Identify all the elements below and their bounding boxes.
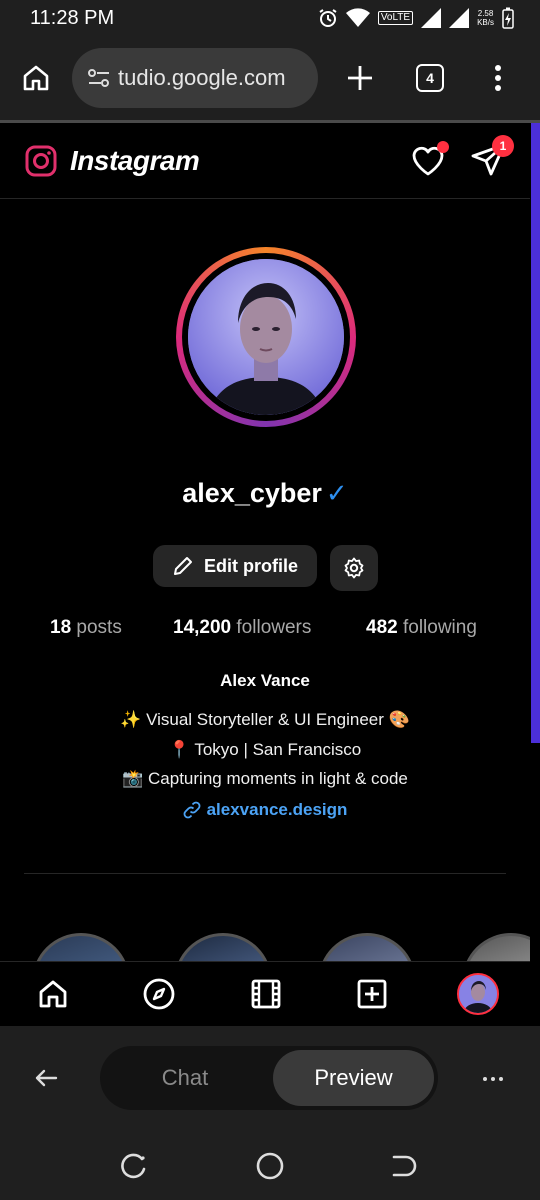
portrait-image <box>188 259 344 415</box>
more-vertical-icon <box>495 65 501 91</box>
browser-home-button[interactable] <box>18 60 54 96</box>
more-horizontal-icon[interactable] <box>480 1066 506 1092</box>
back-arrow-icon[interactable] <box>32 1064 60 1092</box>
direct-messages-button[interactable]: 1 <box>470 135 514 179</box>
username-row: alex_cyber ✓ <box>0 478 530 509</box>
profile-stats: 18 posts 14,200 followers 482 following <box>0 617 530 641</box>
pencil-icon <box>174 557 192 575</box>
highlight-item[interactable] <box>32 933 130 963</box>
followers-count: 14,200 <box>173 617 232 638</box>
profile-username: alex_cyber <box>182 478 322 508</box>
posts-stat[interactable]: 18 posts <box>50 617 122 639</box>
volte-badge: VoLTE <box>377 11 414 25</box>
signal-icon-2 <box>449 8 470 28</box>
notification-dot <box>437 141 449 153</box>
home-circle-icon[interactable] <box>254 1150 286 1182</box>
bio-line-1: ✨ Visual Storyteller & UI Engineer 🎨 <box>120 710 410 729</box>
plus-square-icon <box>357 979 387 1009</box>
story-highlights <box>0 933 530 963</box>
status-icons: VoLTE 2.58 KB/s <box>318 7 514 29</box>
web-page: Instagram 1 alex_cyber ✓ Edit profile 18… <box>0 123 530 1026</box>
bio-link-text: alexvance.design <box>206 799 348 819</box>
link-icon <box>183 801 201 818</box>
instagram-wordmark[interactable]: Instagram <box>70 145 200 177</box>
studio-bottom-bar: Chat Preview <box>0 1026 540 1130</box>
profile-avatar-ring[interactable] <box>176 247 356 427</box>
profile-avatar <box>188 259 344 415</box>
new-tab-button[interactable] <box>342 60 378 96</box>
speed-unit: KB/s <box>477 18 494 27</box>
instagram-logo-icon[interactable] <box>24 144 58 178</box>
alarm-icon <box>319 9 337 27</box>
section-divider <box>24 873 506 874</box>
posts-count: 18 <box>50 617 72 638</box>
back-icon[interactable] <box>388 1150 420 1182</box>
plus-icon <box>348 66 372 90</box>
following-stat[interactable]: 482 following <box>366 617 477 639</box>
edit-profile-label: Edit profile <box>204 555 298 576</box>
nav-create-button[interactable] <box>354 976 390 1012</box>
browser-toolbar: tudio.google.com 4 <box>0 36 540 120</box>
chat-tab[interactable]: Chat <box>100 1046 270 1110</box>
bio-website-link[interactable]: alexvance.design <box>183 799 348 820</box>
view-toggle: Chat Preview <box>100 1046 438 1110</box>
settings-button[interactable] <box>330 545 378 591</box>
posts-label: posts <box>76 617 122 638</box>
android-nav-bar <box>0 1130 540 1200</box>
home-icon <box>39 980 67 1008</box>
recents-icon[interactable] <box>118 1150 150 1182</box>
status-bar: 11:28 PM VoLTE 2.58 KB/s <box>0 0 540 36</box>
verified-badge-icon: ✓ <box>325 478 348 508</box>
film-icon <box>251 979 281 1009</box>
followers-label: followers <box>236 617 312 638</box>
site-settings-icon[interactable] <box>84 63 114 93</box>
nav-reels-button[interactable] <box>248 976 284 1012</box>
page-scrollbar[interactable] <box>531 123 540 743</box>
home-icon <box>23 65 49 91</box>
highlight-item[interactable] <box>174 933 272 963</box>
wifi-icon <box>345 8 370 27</box>
nav-explore-button[interactable] <box>141 976 177 1012</box>
signal-icon <box>421 8 442 28</box>
highlight-item[interactable] <box>318 933 416 963</box>
address-bar[interactable]: tudio.google.com <box>72 48 318 108</box>
ig-header: Instagram 1 <box>0 123 530 199</box>
nav-home-button[interactable] <box>35 976 71 1012</box>
url-text: tudio.google.com <box>118 65 286 90</box>
gear-icon <box>344 557 364 579</box>
compass-icon <box>143 978 175 1010</box>
highlight-item[interactable] <box>462 933 530 963</box>
battery-icon <box>502 7 514 29</box>
network-speed: 2.58 KB/s <box>477 9 494 27</box>
following-label: following <box>402 617 477 638</box>
profile-bio: Alex Vance ✨ Visual Storyteller & UI Eng… <box>0 671 530 824</box>
browser-menu-button[interactable] <box>488 60 508 96</box>
nav-profile-avatar[interactable] <box>457 973 499 1015</box>
ig-bottom-nav <box>0 961 530 1026</box>
bio-name: Alex Vance <box>220 671 310 690</box>
following-count: 482 <box>366 617 398 638</box>
bio-line-3: 📸 Capturing moments in light & code <box>122 769 408 788</box>
profile-thumbnail-image <box>459 975 497 1013</box>
tab-switcher-button[interactable]: 4 <box>416 64 444 92</box>
bio-line-2: 📍 Tokyo | San Francisco <box>168 739 362 759</box>
status-time: 11:28 PM <box>30 6 115 29</box>
edit-profile-button[interactable]: Edit profile <box>153 545 317 587</box>
followers-stat[interactable]: 14,200 followers <box>173 617 311 639</box>
speed-value: 2.58 <box>477 9 494 18</box>
preview-tab[interactable]: Preview <box>273 1050 434 1106</box>
notifications-button[interactable] <box>410 141 449 179</box>
dm-count-badge: 1 <box>492 135 514 157</box>
